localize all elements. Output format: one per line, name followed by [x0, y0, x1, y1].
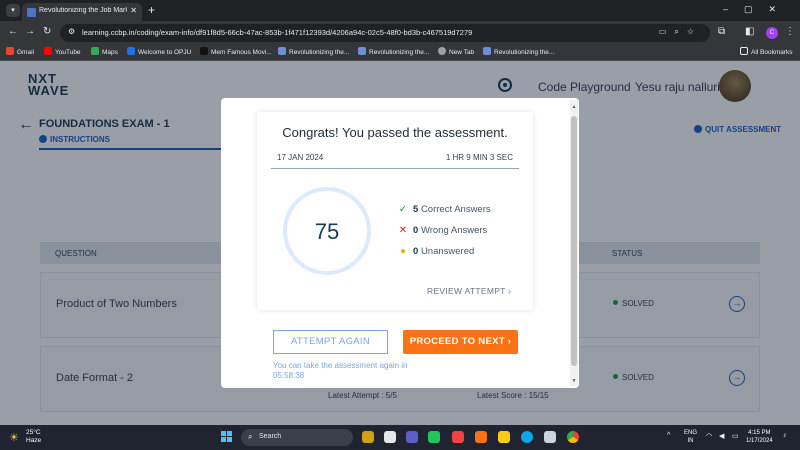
profile-avatar[interactable]: C: [766, 27, 778, 39]
scroll-up-icon[interactable]: ▲: [570, 104, 578, 110]
unanswered: ● 0 Unanswered: [397, 246, 474, 257]
reload-icon[interactable]: ↻: [43, 26, 51, 37]
attempt-again-button[interactable]: ATTEMPT AGAIN: [273, 330, 388, 354]
score-ring: 75: [283, 187, 371, 275]
forward-icon[interactable]: →: [25, 26, 35, 37]
search-icon: ⌕: [248, 432, 253, 441]
divider: [271, 168, 519, 169]
wrong-answers: ✕ 0 Wrong Answers: [398, 225, 488, 236]
browser-tabstrip: ▾ Revolutionizing the Job Market ✕ + –▢✕: [0, 0, 800, 21]
side-panel-icon[interactable]: ◧: [745, 26, 754, 37]
scroll-thumb[interactable]: [571, 116, 577, 366]
bookmark-youtube[interactable]: YouTube: [44, 47, 81, 59]
browser-toolbar: ← → ↻ ⚙ learning.ccbp.in/coding/exam-inf…: [0, 21, 800, 45]
notifications-icon[interactable]: ♪: [783, 432, 787, 439]
bookmark-gmail[interactable]: Gmail: [6, 47, 34, 59]
attempt-date: 17 JAN 2024: [277, 153, 324, 162]
result-heading: Congrats! You passed the assessment.: [282, 125, 508, 140]
bookmark-maps[interactable]: Maps: [91, 47, 118, 59]
file-explorer-icon[interactable]: [498, 431, 510, 443]
bookmark-revolutionizing-3[interactable]: Revolutionizing the...: [483, 47, 554, 59]
media-app-icon[interactable]: [452, 431, 464, 443]
dot-icon: ●: [399, 246, 407, 257]
url-text[interactable]: learning.ccbp.in/coding/exam-info/df91f8…: [82, 28, 472, 37]
chevron-right-icon: ›: [508, 286, 512, 296]
cross-icon: ✕: [398, 225, 408, 236]
wifi-icon[interactable]: ◠: [706, 432, 712, 440]
retake-note: You can take the assessment again in 05:…: [273, 361, 408, 380]
office-app-icon[interactable]: [475, 431, 487, 443]
chrome-icon[interactable]: [567, 431, 579, 443]
taskbar: ☀ 25°C Haze ⌕ Search ^ ENG IN ◠ ◀ ▭ 4:15…: [0, 425, 800, 450]
chevron-right-icon: ›: [507, 336, 512, 347]
bookmark-opju[interactable]: Welcome to OPJU: [127, 47, 191, 59]
windows-start-icon[interactable]: [221, 431, 233, 443]
bookmark-revolutionizing-2[interactable]: Revolutionizing the...: [358, 47, 429, 59]
omnibox-actions[interactable]: ▭⌕☆: [659, 27, 702, 37]
menu-icon[interactable]: ⋮: [785, 26, 795, 37]
language-indicator[interactable]: ENG IN: [684, 429, 697, 445]
bookmark-revolutionizing-1[interactable]: Revolutionizing the...: [278, 47, 349, 59]
weather-icon[interactable]: ☀: [9, 431, 22, 444]
window-controls[interactable]: –▢✕: [723, 4, 792, 15]
back-icon[interactable]: ←: [8, 26, 18, 37]
tab-search-icon[interactable]: ▾: [6, 4, 20, 17]
bookmark-new-tab[interactable]: New Tab: [438, 47, 474, 59]
taskbar-search[interactable]: ⌕ Search: [241, 429, 353, 446]
bookmark-movies[interactable]: Mem Famous Movi...: [200, 47, 272, 59]
widgets-app-icon[interactable]: [362, 431, 374, 443]
address-bar[interactable]: ⚙ learning.ccbp.in/coding/exam-info/df91…: [60, 24, 710, 42]
teams-icon[interactable]: [406, 431, 418, 443]
all-bookmarks[interactable]: All Bookmarks: [740, 47, 793, 59]
extensions-icon[interactable]: ⧉: [718, 26, 725, 37]
volume-icon[interactable]: ◀: [719, 432, 724, 440]
proceed-to-next-button[interactable]: PROCEED TO NEXT ›: [403, 330, 518, 354]
tab-favicon-icon: [27, 8, 36, 17]
site-info-icon[interactable]: ⚙: [68, 27, 75, 36]
edge-icon[interactable]: [521, 431, 533, 443]
modal-scrollbar[interactable]: ▲ ▼: [570, 100, 578, 386]
task-view-icon[interactable]: [384, 431, 396, 443]
result-card: Congrats! You passed the assessment. 17 …: [257, 112, 533, 310]
attempt-duration: 1 HR 9 MIN 3 SEC: [445, 153, 513, 162]
tab-close-icon[interactable]: ✕: [130, 6, 137, 15]
calculator-icon[interactable]: [544, 431, 556, 443]
browser-tab[interactable]: Revolutionizing the Job Market ✕: [22, 3, 142, 21]
store-app-icon[interactable]: [428, 431, 440, 443]
battery-icon[interactable]: ▭: [732, 432, 739, 440]
correct-answers: ✓ 5 Correct Answers: [398, 204, 491, 215]
tab-title: Revolutionizing the Job Market: [39, 7, 127, 14]
system-clock[interactable]: 4:15 PM 1/17/2024: [746, 429, 773, 445]
check-icon: ✓: [398, 204, 408, 215]
review-attempt-link[interactable]: REVIEW ATTEMPT ›: [427, 286, 511, 296]
new-tab-icon[interactable]: +: [148, 3, 155, 17]
scroll-down-icon[interactable]: ▼: [570, 378, 578, 384]
score-value: 75: [314, 219, 340, 244]
bookmarks-bar: Gmail YouTube Maps Welcome to OPJU Mem F…: [0, 45, 800, 61]
tray-chevron-icon[interactable]: ^: [667, 432, 670, 439]
result-modal: Congrats! You passed the assessment. 17 …: [221, 98, 579, 388]
weather-widget[interactable]: 25°C Haze: [26, 429, 41, 445]
